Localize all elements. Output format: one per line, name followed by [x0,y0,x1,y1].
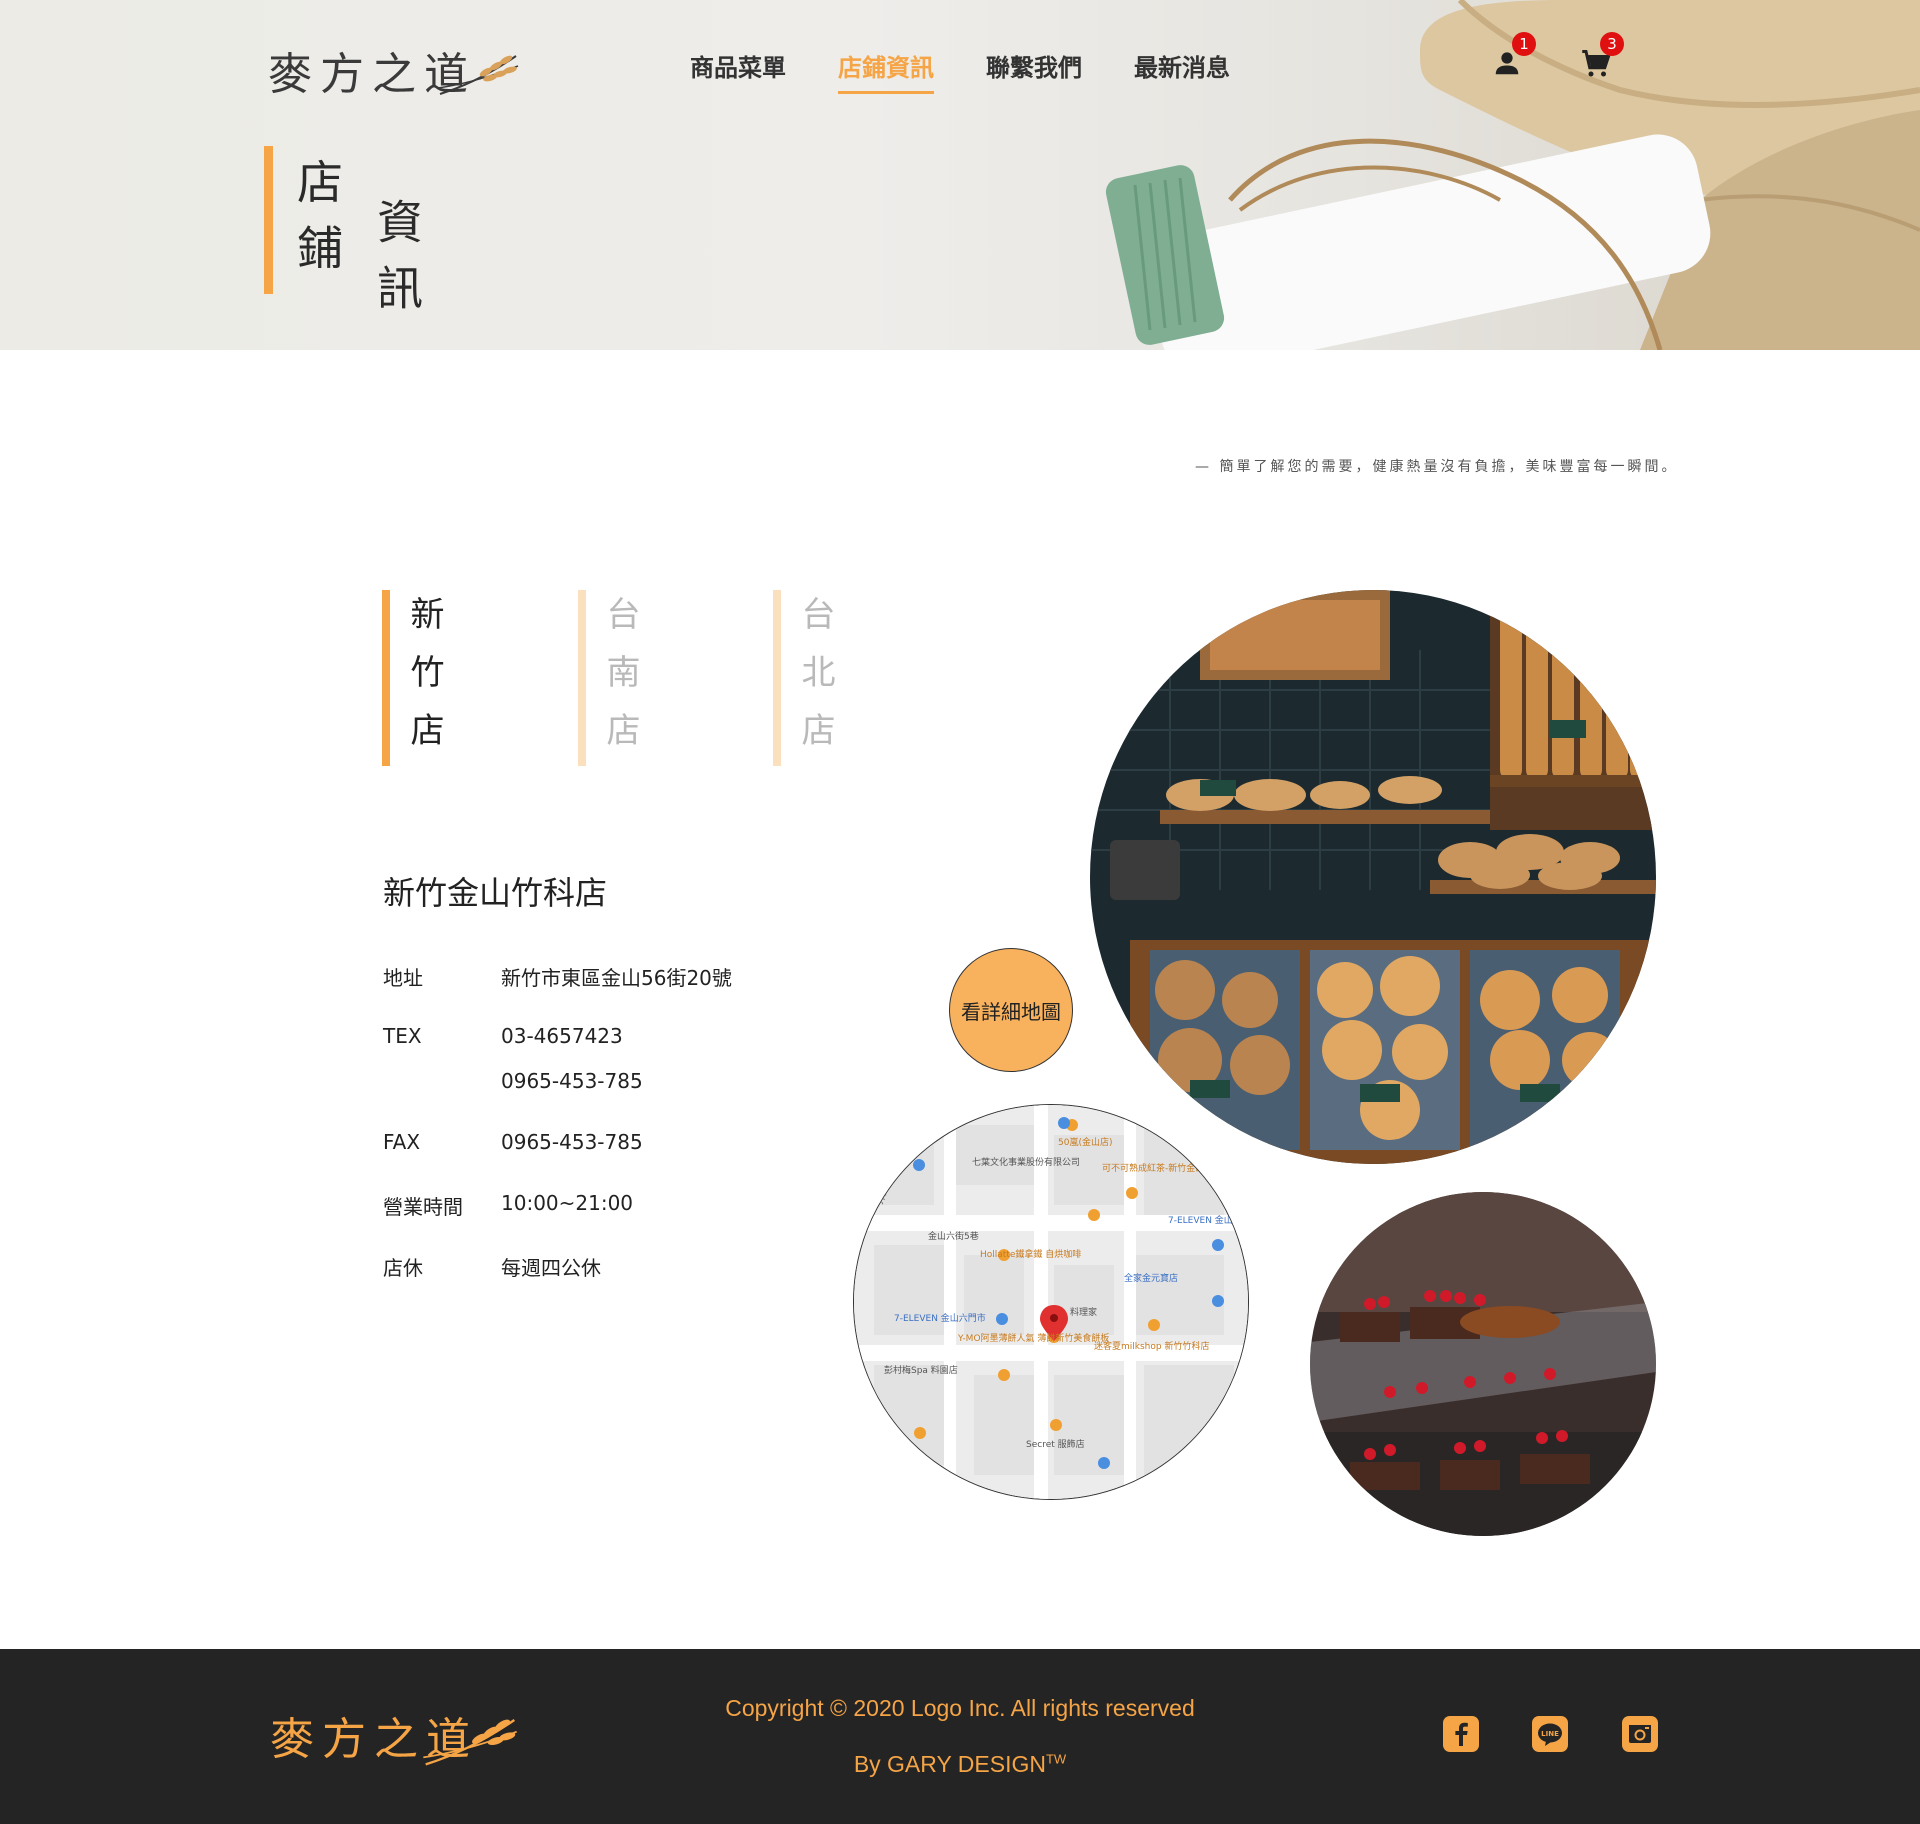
bakery-display-photo [1090,590,1656,1164]
hero-title-part1: 店鋪 [290,158,344,290]
map-label: 金山六街5巷 [928,1230,979,1242]
info-value: 0965-453-785 [501,1069,643,1093]
tab-accent [382,590,390,766]
wheat-icon [437,55,519,95]
hero-banner: 麥方之道 商品菜單 店鋪資訊 聯繫我們 最新消息 1 3 店鋪 資訊 [0,0,1920,350]
info-label: 店休 [383,1256,423,1280]
map-label: 料理家 [1070,1306,1097,1318]
map-label: 迷客夏milkshop 新竹竹科店 [1094,1340,1209,1352]
info-label: TEX [383,1024,422,1048]
map-label: Hollatte鐵拿鐵 自烘咖啡 [980,1248,1081,1260]
map-label: 50嵐(金山店) [1058,1136,1112,1148]
svg-text:LINE: LINE [1541,1730,1559,1738]
info-value: 每週四公休 [501,1256,601,1280]
facebook-button[interactable] [1443,1716,1479,1752]
nav-contact[interactable]: 聯繫我們 [986,48,1082,94]
store-map[interactable]: 50嵐(金山店) 可不可熟成紅茶-新竹金山店 Hollatte鐵拿鐵 自烘咖啡 … [853,1104,1249,1500]
info-value: 03-4657423 [501,1024,623,1048]
info-label: FAX [383,1130,421,1154]
map-label: 七葉文化事業股份有限公司 [972,1156,1080,1168]
nav-menu[interactable]: 商品菜單 [690,48,786,94]
cart-button[interactable]: 3 [1576,32,1624,84]
line-icon: LINE [1538,1723,1562,1746]
tab-label: 台南店 [600,596,640,770]
info-value: 0965-453-785 [501,1130,643,1154]
nav-store-info[interactable]: 店鋪資訊 [838,48,934,94]
tab-accent [578,590,586,766]
tab-taipei[interactable]: 台北店 [773,590,863,770]
designer-name: By GARY DESIGN [853,1751,1046,1777]
tab-label: 台北店 [795,596,835,770]
instagram-button[interactable] [1622,1716,1658,1752]
hero-title-part2: 資訊 [370,198,424,330]
tab-tainan[interactable]: 台南店 [578,590,668,770]
instagram-icon [1629,1725,1651,1743]
site-footer: 麥方之道 Copyright © 2020 Logo Inc. All righ… [0,1649,1920,1824]
cart-badge: 3 [1600,32,1624,56]
map-label: 全家金元寶店 [1124,1272,1178,1284]
info-value: 新竹市東區金山56街20號 [501,966,732,990]
pastry-display-photo [1310,1192,1656,1536]
info-label: 地址 [383,966,423,990]
trademark-mark: TW [1045,1751,1067,1767]
hero-title-accent [264,146,273,294]
map-label: 可不可熟成紅茶-新竹金山店 [1102,1162,1213,1174]
site-logo[interactable]: 麥方之道 [268,32,519,104]
map-label: 7-ELEVEN 金山 [1168,1214,1233,1226]
map-label: 彭村梅Spa 料園店 [884,1364,958,1376]
nav-news[interactable]: 最新消息 [1134,48,1230,94]
designer-credit: By GARY DESIGNTW [0,1751,1920,1778]
facebook-icon [1455,1722,1468,1746]
info-label: 營業時間 [383,1195,463,1219]
tab-label: 新竹店 [404,596,444,770]
line-button[interactable]: LINE [1532,1716,1568,1752]
tab-accent [773,590,781,766]
store-name: 新竹金山竹科店 [383,874,608,912]
info-value: 10:00~21:00 [501,1191,634,1215]
view-map-button[interactable]: 看詳細地圖 [949,948,1073,1072]
map-label: Y-MO阿墨薄餅人氣 薄餅新竹美食餅板 [957,1332,1109,1344]
tab-hsinchu[interactable]: 新竹店 [382,590,472,770]
main-nav: 商品菜單 店鋪資訊 聯繫我們 最新消息 [690,48,1282,94]
map-label: Secret 服飾店 [1026,1438,1085,1450]
user-button[interactable]: 1 [1488,32,1536,84]
slogan-text: — 簡單了解您的需要，健康熱量沒有負擔，美味豐富每一瞬間。 [1195,459,1679,475]
map-label: 7-ELEVEN 金山六門市 [894,1312,986,1324]
user-badge: 1 [1512,32,1536,56]
